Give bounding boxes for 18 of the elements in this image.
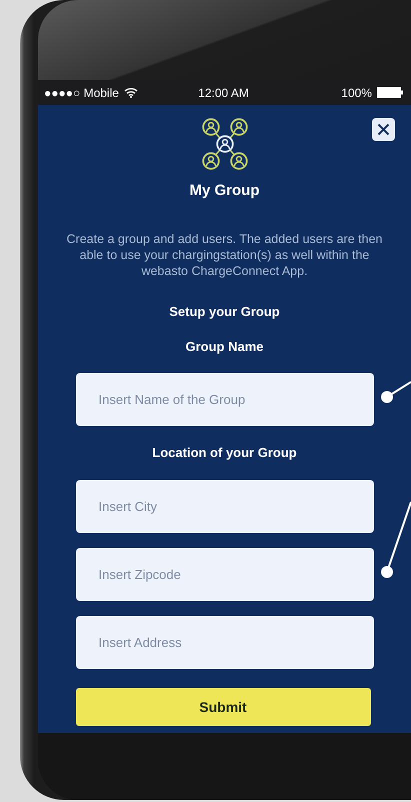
battery-icon	[376, 87, 403, 98]
description-text: Create a group and add users. The added users are then able to use your chargingstation(s) as well within the webasto ChargeConnect App.	[66, 231, 384, 279]
group-users-icon	[200, 118, 248, 170]
input-field[interactable]: Insert Name of the Group	[76, 373, 374, 426]
close-button[interactable]	[372, 118, 395, 141]
wifi-icon	[124, 87, 138, 98]
battery-text: 100%	[341, 86, 372, 100]
input-field[interactable]: Insert Address	[76, 616, 374, 669]
input-field[interactable]: Insert City	[76, 480, 374, 533]
section-label: Location of your Group	[152, 445, 297, 460]
clock-text: 12:00 AM	[198, 86, 249, 100]
screen-title: My Group	[190, 182, 260, 199]
carrier-text: ●●●●○ Mobile	[44, 86, 119, 100]
submit-button[interactable]: Submit	[76, 688, 370, 726]
form-title: Setup your Group	[169, 304, 280, 319]
input-field[interactable]: Insert Zipcode	[76, 548, 374, 601]
section-label: Group Name	[185, 339, 264, 354]
close-icon	[377, 123, 390, 136]
